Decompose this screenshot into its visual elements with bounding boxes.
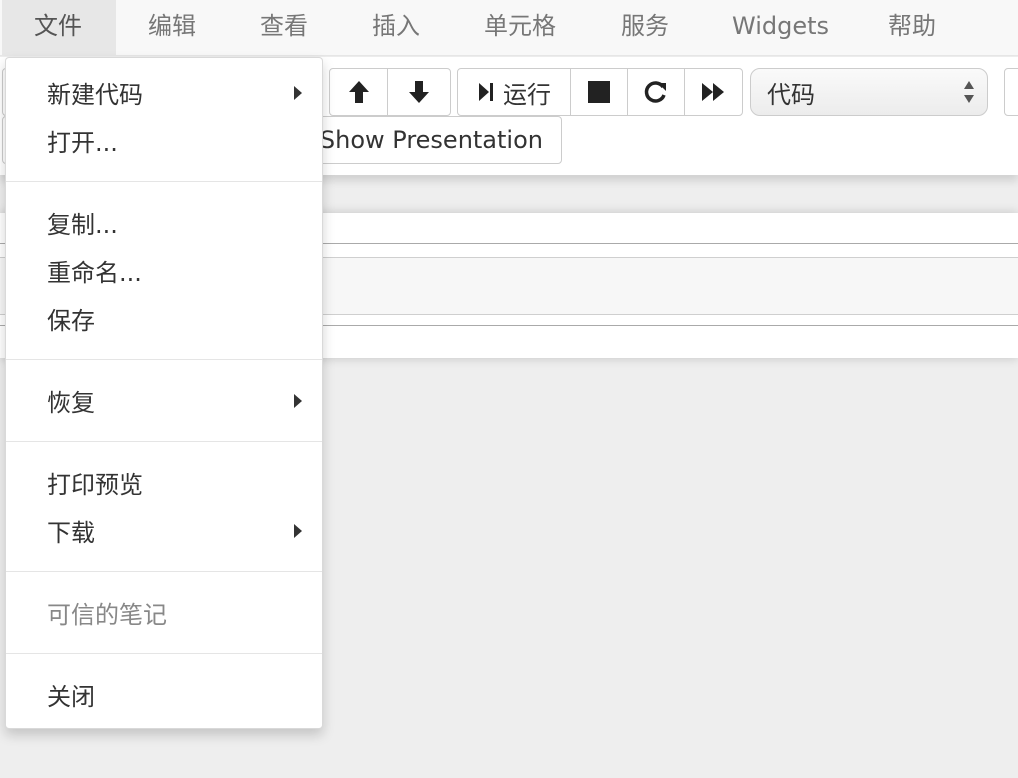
menu-edit[interactable]: 编辑 bbox=[116, 0, 228, 56]
menu-item-download[interactable]: 下载 bbox=[6, 508, 322, 552]
arrow-down-icon bbox=[409, 81, 429, 103]
menu-item-label: 重命名... bbox=[47, 258, 142, 287]
move-up-button[interactable] bbox=[330, 69, 388, 115]
move-cell-group bbox=[329, 68, 451, 116]
file-menu-dropdown: 新建代码 打开... 复制... 重命名... 保存 恢复 打印预览 下载 可信… bbox=[5, 57, 323, 729]
menu-item-label: 下载 bbox=[47, 518, 95, 547]
caret-right-icon bbox=[294, 394, 302, 408]
menu-divider bbox=[6, 653, 322, 654]
menu-item-label: 关闭 bbox=[47, 682, 95, 711]
menu-file[interactable]: 文件 bbox=[2, 0, 116, 56]
menu-divider bbox=[6, 359, 322, 360]
cell-type-select[interactable]: 代码 bbox=[750, 68, 988, 116]
menu-item-label: 复制... bbox=[47, 210, 118, 239]
restart-icon bbox=[644, 81, 666, 103]
move-down-button[interactable] bbox=[388, 69, 450, 115]
stop-icon bbox=[588, 81, 610, 103]
run-label: 运行 bbox=[503, 80, 551, 109]
menu-divider bbox=[6, 441, 322, 442]
menu-item-rename[interactable]: 重命名... bbox=[6, 248, 322, 292]
menu-item-label: 保存 bbox=[47, 306, 95, 335]
show-presentation-label: Show Presentation bbox=[319, 126, 543, 154]
menu-help[interactable]: 帮助 bbox=[856, 0, 968, 56]
show-presentation-button[interactable]: Show Presentation bbox=[305, 116, 562, 164]
run-button[interactable]: 运行 bbox=[458, 69, 571, 115]
menu-item-print-preview[interactable]: 打印预览 bbox=[6, 460, 322, 504]
menu-item-trusted-notebook: 可信的笔记 bbox=[6, 590, 322, 634]
menu-item-label: 打开... bbox=[47, 128, 118, 157]
menu-divider bbox=[6, 571, 322, 572]
menu-cell[interactable]: 单元格 bbox=[452, 0, 588, 56]
menu-item-label: 新建代码 bbox=[47, 80, 143, 109]
menu-item-new[interactable]: 新建代码 bbox=[6, 70, 322, 114]
run-group: 运行 bbox=[457, 68, 743, 116]
arrow-up-icon bbox=[348, 81, 369, 103]
cell-type-value: 代码 bbox=[767, 80, 815, 109]
interrupt-button[interactable] bbox=[571, 69, 628, 115]
caret-right-icon bbox=[294, 524, 302, 538]
restart-button[interactable] bbox=[628, 69, 685, 115]
select-arrows-icon bbox=[964, 81, 974, 103]
menu-view[interactable]: 查看 bbox=[228, 0, 340, 56]
menu-divider bbox=[6, 181, 322, 182]
menu-item-label: 恢复 bbox=[47, 388, 95, 417]
menu-bar: 文件 编辑 查看 插入 单元格 服务 Widgets 帮助 bbox=[0, 0, 1018, 56]
step-forward-icon bbox=[479, 83, 493, 101]
menu-widgets[interactable]: Widgets bbox=[700, 0, 861, 56]
command-palette-button[interactable] bbox=[1004, 68, 1018, 116]
menu-item-open[interactable]: 打开... bbox=[6, 118, 322, 162]
menu-item-close[interactable]: 关闭 bbox=[6, 672, 322, 716]
menu-insert[interactable]: 插入 bbox=[340, 0, 452, 56]
menu-item-copy[interactable]: 复制... bbox=[6, 200, 322, 244]
menu-item-label: 可信的笔记 bbox=[47, 600, 167, 629]
menu-item-save[interactable]: 保存 bbox=[6, 296, 322, 340]
caret-right-icon bbox=[294, 86, 302, 100]
menu-item-label: 打印预览 bbox=[47, 470, 143, 499]
menu-kernel[interactable]: 服务 bbox=[589, 0, 701, 56]
menu-item-revert[interactable]: 恢复 bbox=[6, 378, 322, 422]
fast-forward-icon bbox=[701, 83, 724, 101]
run-all-button[interactable] bbox=[685, 69, 742, 115]
